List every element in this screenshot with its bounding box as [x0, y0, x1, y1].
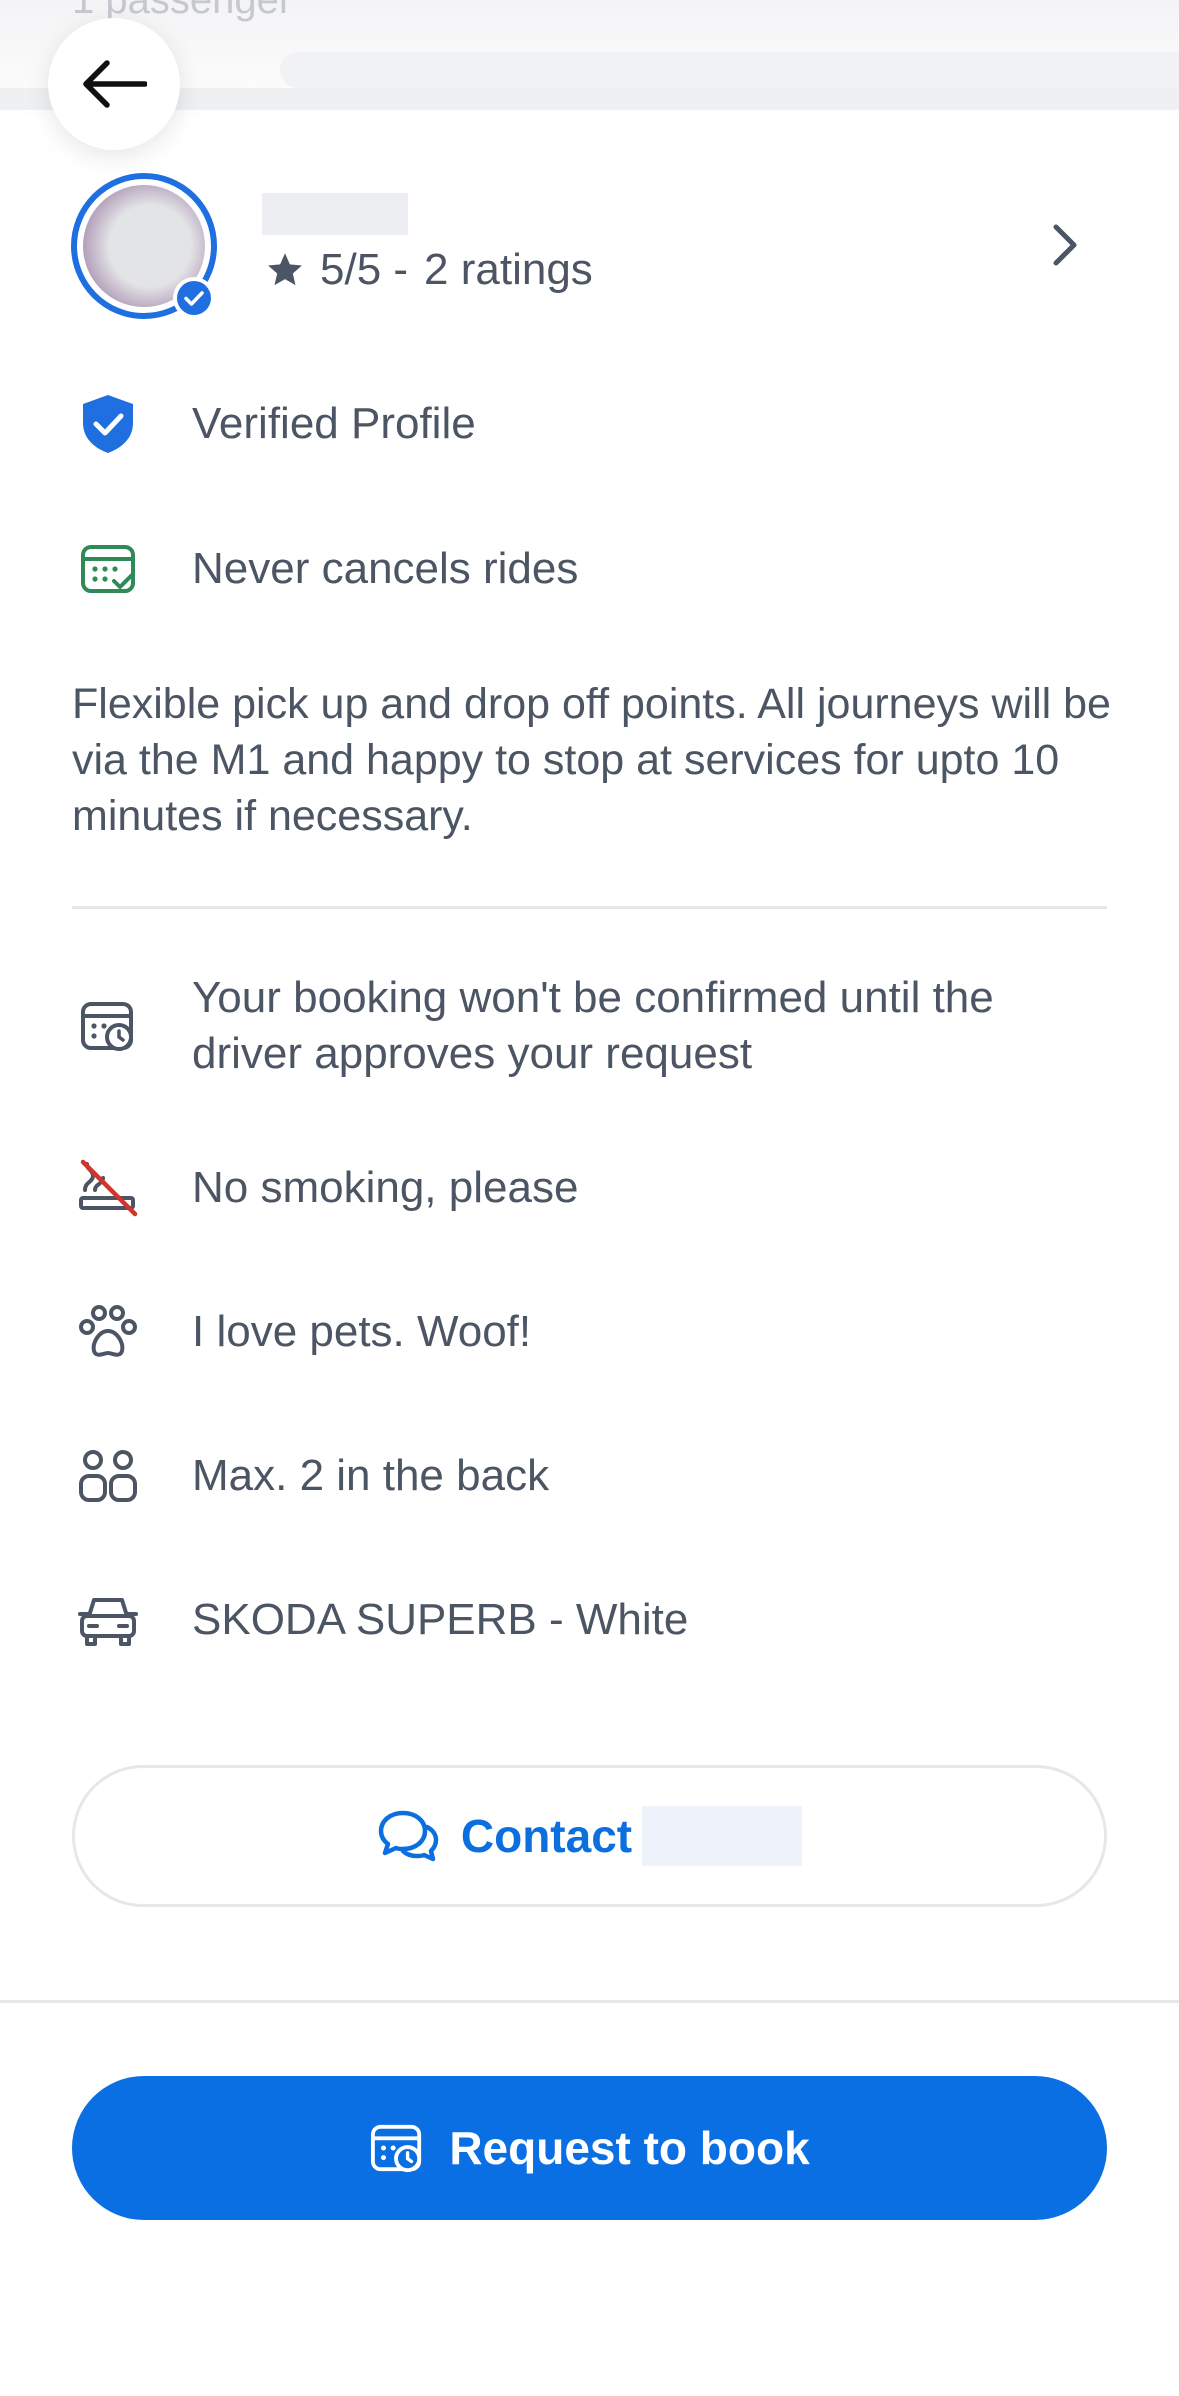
request-to-book-button[interactable]: Request to book	[72, 2076, 1107, 2220]
calendar-clock-icon	[371, 2124, 422, 2173]
driver-rating[interactable]: 5/5 - 2 ratings	[266, 245, 593, 295]
contact-driver-button[interactable]: Contact	[72, 1765, 1107, 1907]
car-icon	[74, 1586, 142, 1654]
driver-avatar[interactable]	[71, 173, 217, 319]
ratings-count: 2 ratings	[424, 245, 593, 294]
no-smoking-label: No smoking, please	[192, 1163, 579, 1212]
reliability-row: Never cancels rides	[0, 535, 1179, 603]
back-seat-row: Max. 2 in the back	[0, 1442, 1179, 1510]
pets-row: I love pets. Woof!	[0, 1298, 1179, 1366]
paw-icon	[74, 1298, 142, 1366]
chevron-right-icon	[1053, 224, 1077, 266]
ride-details-screen: 1 passenger 5/5 - 2 ratings Verified Pro…	[0, 0, 1179, 2396]
never-cancels-label: Never cancels rides	[192, 544, 579, 593]
section-divider	[72, 906, 1107, 909]
calendar-check-icon	[74, 535, 142, 603]
footer-divider	[0, 2000, 1179, 2003]
request-to-book-label: Request to book	[449, 2122, 810, 2174]
verified-shield-icon	[74, 390, 142, 458]
contact-name-redacted	[642, 1806, 803, 1866]
header-pill	[280, 52, 1179, 88]
verified-badge	[173, 277, 215, 319]
approval-label: Your booking won't be confirmed until th…	[192, 973, 994, 1078]
contact-button-label: Contact	[460, 1810, 633, 1862]
driver-name-redacted	[262, 193, 408, 235]
approval-row: Your booking won't be confirmed until th…	[0, 970, 1179, 1082]
car-row: SKODA SUPERB - White	[0, 1586, 1179, 1654]
ride-description: Flexible pick up and drop off points. Al…	[72, 680, 1111, 840]
verified-profile-label: Verified Profile	[192, 399, 476, 448]
pets-label: I love pets. Woof!	[192, 1307, 532, 1356]
calendar-clock-icon	[74, 992, 142, 1060]
arrow-left-icon	[83, 60, 147, 108]
max-back-label: Max. 2 in the back	[192, 1451, 550, 1500]
smoking-row: No smoking, please	[0, 1154, 1179, 1222]
verified-profile-row: Verified Profile	[0, 390, 1179, 458]
driver-profile-chevron[interactable]	[1050, 222, 1080, 273]
rating-value: 5/5 -	[320, 245, 409, 294]
verified-check-icon	[177, 281, 211, 315]
passengers-icon	[74, 1442, 142, 1510]
chat-bubbles-icon	[378, 1810, 439, 1862]
no-smoking-icon	[74, 1154, 142, 1222]
back-button[interactable]	[48, 18, 180, 150]
contact-button-content: Contact	[377, 1806, 803, 1866]
star-icon	[268, 253, 302, 286]
car-label: SKODA SUPERB - White	[192, 1595, 689, 1644]
